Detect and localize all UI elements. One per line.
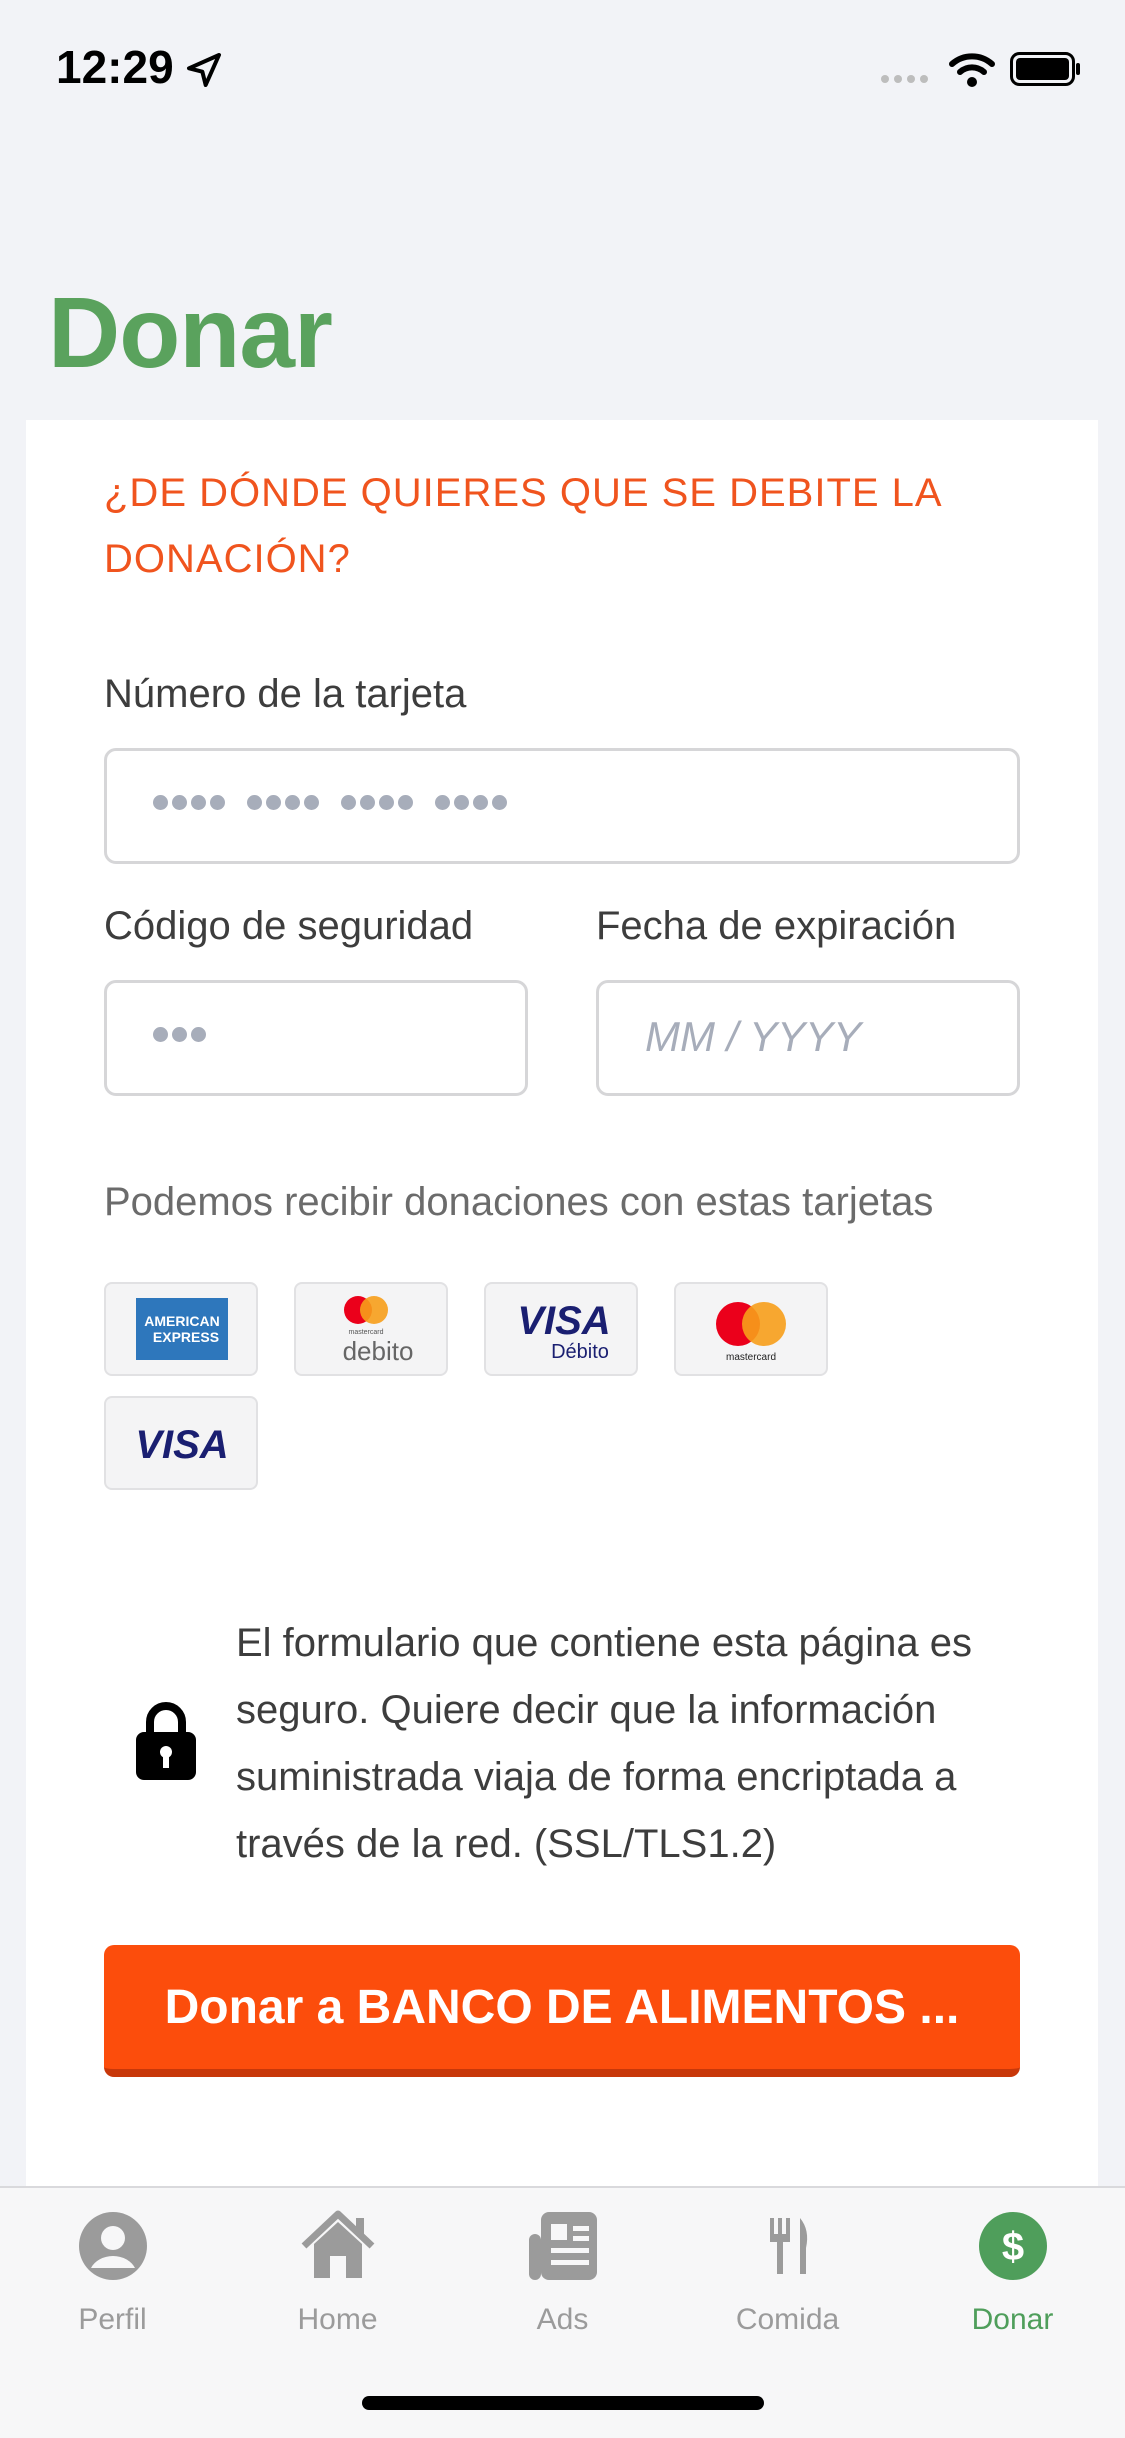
svg-text:$: $ xyxy=(1001,2225,1023,2269)
tab-label: Comida xyxy=(735,2303,840,2336)
tab-comida[interactable]: Comida xyxy=(675,2208,900,2337)
tab-home[interactable]: Home xyxy=(225,2208,450,2337)
page-title: Donar xyxy=(48,277,333,389)
status-bar: 12:29 xyxy=(0,0,1125,140)
dollar-icon: $ xyxy=(978,2212,1047,2280)
mastercard-debito-card-icon: mastercard debito xyxy=(294,1282,448,1376)
wifi-icon xyxy=(949,53,995,87)
location-arrow-icon xyxy=(187,53,221,87)
tab-label: Donar xyxy=(971,2303,1054,2336)
tab-ads[interactable]: Ads xyxy=(450,2208,675,2337)
tab-perfil[interactable]: Perfil xyxy=(0,2208,225,2337)
home-icon xyxy=(301,2210,374,2278)
debit-question-heading: ¿DE DÓNDE QUIERES QUE SE DEBITE LA DONAC… xyxy=(104,471,941,581)
security-code-masked-value xyxy=(153,1027,224,1042)
svg-text:VISA: VISA xyxy=(135,1423,228,1467)
battery-icon xyxy=(1010,52,1080,86)
tab-label: Home xyxy=(297,2303,378,2336)
tab-label: Perfil xyxy=(78,2303,147,2336)
card-number-label: Número de la tarjeta xyxy=(104,672,467,716)
mastercard-card-icon: mastercard xyxy=(674,1282,828,1376)
expiration-placeholder: MM / YYYY xyxy=(645,1013,862,1060)
cellular-signal-icon xyxy=(881,75,928,83)
expiration-label: Fecha de expiración xyxy=(596,904,957,948)
status-time: 12:29 xyxy=(56,41,174,93)
person-icon xyxy=(78,2212,147,2280)
svg-text:Débito: Débito xyxy=(551,1341,609,1363)
tab-donar[interactable]: $ Donar xyxy=(900,2208,1125,2337)
svg-text:debito: debito xyxy=(343,1336,414,1366)
tab-label: Ads xyxy=(536,2303,589,2336)
home-indicator[interactable] xyxy=(362,2396,764,2410)
visa-debito-card-icon: VISA Débito xyxy=(484,1282,638,1376)
amex-card-icon: AMERICAN EXPRESS xyxy=(104,1282,258,1376)
svg-text:mastercard: mastercard xyxy=(348,1329,383,1336)
svg-text:EXPRESS: EXPRESS xyxy=(153,1329,219,1345)
visa-card-icon: VISA xyxy=(104,1396,258,1490)
fork-knife-icon xyxy=(769,2218,807,2274)
card-number-input[interactable] xyxy=(104,748,1020,864)
donation-form-card: ¿DE DÓNDE QUIERES QUE SE DEBITE LA DONAC… xyxy=(26,420,1098,2190)
newspaper-icon xyxy=(528,2212,597,2280)
svg-text:mastercard: mastercard xyxy=(726,1352,776,1363)
accepted-cards-text: Podemos recibir donaciones con estas tar… xyxy=(104,1180,934,1224)
expiration-input[interactable]: MM / YYYY xyxy=(596,980,1020,1096)
security-code-label: Código de seguridad xyxy=(104,904,474,948)
secure-form-notice: El formulario que contiene esta página e… xyxy=(236,1621,973,1866)
security-code-input[interactable] xyxy=(104,980,528,1096)
donate-button[interactable]: Donar a BANCO DE ALIMENTOS ... xyxy=(104,1945,1020,2077)
lock-icon xyxy=(136,1702,196,1780)
svg-text:AMERICAN: AMERICAN xyxy=(144,1313,219,1329)
svg-text:VISA: VISA xyxy=(517,1299,610,1343)
card-number-masked-value xyxy=(153,795,525,810)
